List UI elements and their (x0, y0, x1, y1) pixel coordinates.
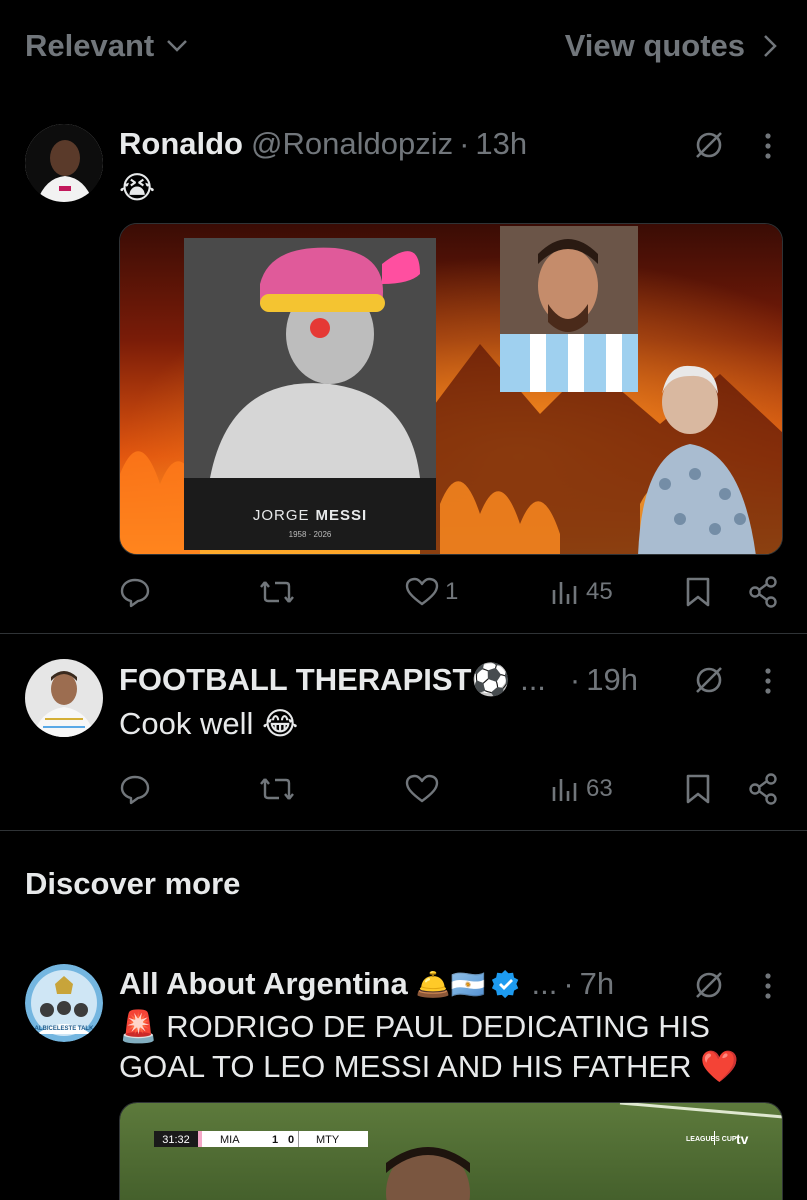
home-team: MIA (220, 1134, 240, 1146)
post-actions: 63 (0, 773, 807, 813)
post-text: Cook well 😂 (119, 706, 299, 741)
post-ronaldo[interactable]: Ronaldo @Ronaldopziz · 13h 😭 JORGE MESSI… (0, 0, 807, 634)
post-header: FOOTBALL THERAPIST⚽️ ... · 19h (119, 661, 638, 698)
like-button[interactable] (405, 773, 439, 805)
away-score: 0 (288, 1134, 294, 1146)
post-football-therapist[interactable]: FOOTBALL THERAPIST⚽️ ... · 19h Cook well… (0, 634, 807, 831)
views-button[interactable]: 63 (550, 773, 613, 805)
share-button[interactable] (748, 773, 778, 805)
avatar[interactable] (25, 124, 103, 202)
verified-badge-icon[interactable] (491, 969, 521, 999)
meme-image: JORGE MESSI 1958 · 2026 (120, 224, 782, 554)
share-button[interactable] (748, 576, 778, 608)
truncated-ellipsis: ... (520, 662, 546, 697)
post-time[interactable]: 7h (580, 966, 614, 1002)
post-time[interactable]: 19h (586, 662, 638, 698)
truncated-ellipsis: ... (531, 966, 558, 1001)
avatar-image (25, 659, 103, 737)
away-team: MTY (316, 1134, 340, 1146)
post-text-line-1: 🚨 RODRIGO DE PAUL DEDICATING HIS (119, 1009, 710, 1044)
bookmark-button[interactable] (684, 576, 712, 608)
like-button[interactable]: 1 (405, 576, 458, 608)
home-score-digit: 1 (272, 1134, 278, 1146)
bookmark-icon (686, 774, 710, 804)
share-icon (749, 773, 777, 805)
discover-more-heading: Discover more (25, 866, 241, 901)
repost-button[interactable] (259, 576, 295, 608)
avatar-image (25, 124, 103, 202)
broadcaster-logo: tv (736, 1131, 749, 1147)
repost-icon (260, 778, 294, 800)
author-name[interactable]: Ronaldo (119, 126, 243, 162)
views-button[interactable]: 45 (550, 576, 613, 608)
view-count: 45 (586, 578, 613, 605)
divider (0, 830, 807, 831)
avatar-text: ALBICELESTE TALK (35, 1026, 95, 1032)
separator-dot: · (563, 966, 574, 1001)
author-name[interactable]: All About Argentina (119, 966, 408, 1002)
post-image[interactable]: JORGE MESSI 1958 · 2026 (119, 223, 783, 555)
post-text: 😭 (119, 170, 156, 205)
grok-icon[interactable] (693, 129, 725, 161)
avatar[interactable]: ALBICELESTE TALK (25, 964, 103, 1042)
reply-button[interactable] (119, 773, 151, 805)
more-options-icon[interactable] (763, 131, 773, 161)
image-caption-first: JORGE (253, 507, 310, 524)
share-icon (749, 576, 777, 608)
heart-icon (405, 577, 439, 606)
post-video[interactable]: 31:32 MIA 1 0 MTY LEAGUES CUP tv (119, 1102, 783, 1200)
repost-button[interactable] (259, 773, 295, 805)
repost-icon (260, 581, 294, 603)
more-options-icon[interactable] (763, 971, 773, 1001)
post-header: All About Argentina 🛎️🇦🇷 ... · 7h (119, 966, 614, 1002)
reply-icon (120, 578, 150, 608)
post-all-about-argentina[interactable]: ALBICELESTE TALK All About Argentina 🛎️🇦… (0, 940, 807, 1200)
author-name[interactable]: FOOTBALL THERAPIST⚽️ (119, 661, 510, 698)
views-icon (552, 582, 577, 604)
post-header: Ronaldo @Ronaldopziz · 13h (119, 126, 527, 162)
like-count: 1 (445, 578, 459, 605)
image-caption-last: MESSI (316, 507, 368, 524)
bookmark-button[interactable] (684, 773, 712, 805)
avatar[interactable] (25, 659, 103, 737)
image-years: 1958 · 2026 (289, 530, 332, 539)
view-count: 63 (586, 775, 613, 802)
grok-icon[interactable] (693, 969, 725, 1001)
bookmark-icon (686, 577, 710, 607)
more-options-icon[interactable] (763, 666, 773, 696)
views-icon (552, 779, 577, 801)
heart-icon (405, 774, 439, 803)
post-actions: 1 45 (0, 576, 807, 616)
post-time[interactable]: 13h (475, 126, 527, 162)
avatar-image: ALBICELESTE TALK (25, 964, 103, 1042)
separator-dot: · (459, 126, 470, 161)
name-emoji: 🛎️🇦🇷 (415, 969, 486, 1000)
author-handle[interactable]: @Ronaldopziz (251, 126, 453, 162)
grok-icon[interactable] (693, 664, 725, 696)
post-text: 🚨 RODRIGO DE PAUL DEDICATING HIS GOAL TO… (119, 1007, 739, 1087)
league-logo-text: LEAGUES CUP (686, 1136, 737, 1143)
separator-dot: · (569, 662, 581, 697)
post-text-line-2: GOAL TO LEO MESSI AND HIS FATHER ❤️ (119, 1049, 739, 1084)
reply-button[interactable] (119, 576, 151, 608)
video-thumbnail: 31:32 MIA 1 0 MTY LEAGUES CUP tv (120, 1103, 782, 1200)
reply-icon (120, 775, 150, 805)
match-clock: 31:32 (162, 1134, 190, 1146)
